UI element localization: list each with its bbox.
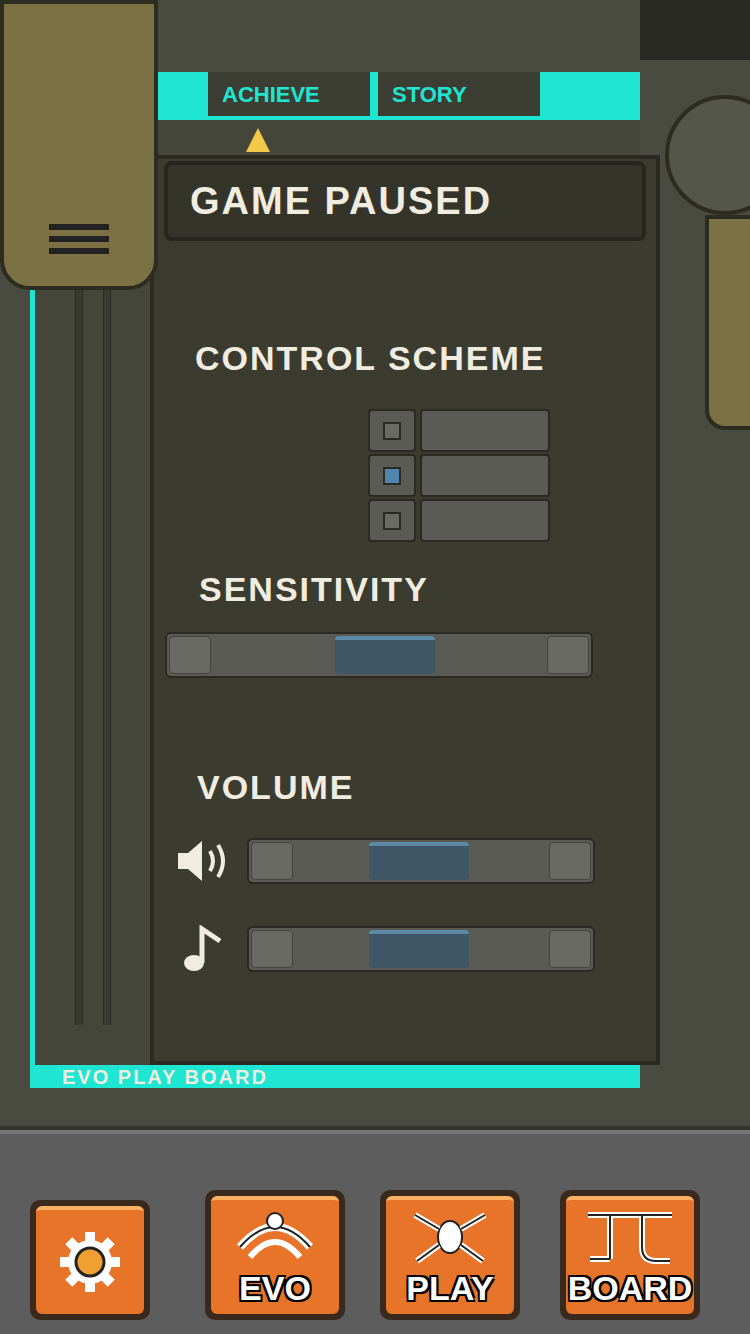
tab-indicator — [246, 128, 270, 152]
radio-mark — [383, 512, 401, 530]
scheme-option[interactable] — [368, 499, 656, 544]
sound-volume-row — [175, 836, 656, 886]
gear-icon — [58, 1230, 122, 1294]
footer-strip: EVO PLAY BOARD — [30, 1065, 640, 1088]
slider-cap-right — [547, 636, 589, 674]
slider-thumb[interactable] — [335, 636, 435, 674]
button-label: BOARD — [568, 1269, 693, 1307]
tab[interactable]: STORY — [378, 72, 540, 116]
scheme-option[interactable] — [368, 454, 656, 499]
sensitivity-slider[interactable] — [165, 632, 593, 678]
scheme-option[interactable] — [368, 409, 656, 454]
nav-bar: EVO PLAY BOARD — [0, 1130, 750, 1334]
button-label: PLAY — [406, 1269, 494, 1307]
game-area: ACHIEVESTORY GAME PAUSED CONTROL SCHEME SEN… — [0, 0, 750, 1130]
radio-mark — [383, 422, 401, 440]
settings-button[interactable] — [30, 1200, 150, 1320]
control-scheme-label: CONTROL SCHEME — [195, 339, 545, 377]
evo-button[interactable]: EVO — [205, 1190, 345, 1320]
sound-volume-slider[interactable] — [247, 838, 595, 884]
panel-title: GAME PAUSED — [190, 173, 492, 230]
board-button[interactable]: BOARD — [560, 1190, 700, 1320]
right-gauge — [665, 95, 750, 215]
board-graph-icon — [580, 1207, 680, 1267]
dna-creature-icon — [230, 1207, 320, 1267]
slider-cap-right — [549, 930, 591, 968]
slider-thumb[interactable] — [369, 930, 469, 968]
slider-cap-right — [549, 842, 591, 880]
play-button[interactable]: PLAY — [380, 1190, 520, 1320]
footer-label: EVO PLAY BOARD — [62, 1066, 268, 1088]
radio-mark — [383, 467, 401, 485]
music-note-icon — [180, 925, 226, 973]
left-machine — [0, 0, 158, 290]
speaker-icon — [176, 837, 230, 885]
panel-header: GAME PAUSED — [164, 161, 646, 241]
slider-thumb[interactable] — [369, 842, 469, 880]
slider-cap-left — [169, 636, 211, 674]
volume-label: VOLUME — [197, 768, 354, 806]
slider-cap-left — [251, 842, 293, 880]
game-pause-screen: ACHIEVESTORY GAME PAUSED CONTROL SCHEME SEN… — [0, 0, 750, 1334]
control-scheme-options — [368, 409, 656, 544]
right-machine — [705, 215, 750, 430]
button-label: EVO — [239, 1269, 311, 1307]
tab[interactable]: ACHIEVE — [208, 72, 370, 116]
top-vent — [640, 0, 750, 60]
music-volume-slider[interactable] — [247, 926, 595, 972]
slider-cap-left — [251, 930, 293, 968]
creature-ship-icon — [405, 1207, 495, 1267]
music-volume-row — [175, 924, 656, 974]
pause-panel: GAME PAUSED CONTROL SCHEME SENSITIVITY VOLU… — [150, 155, 660, 1065]
sensitivity-label: SENSITIVITY — [199, 570, 429, 608]
